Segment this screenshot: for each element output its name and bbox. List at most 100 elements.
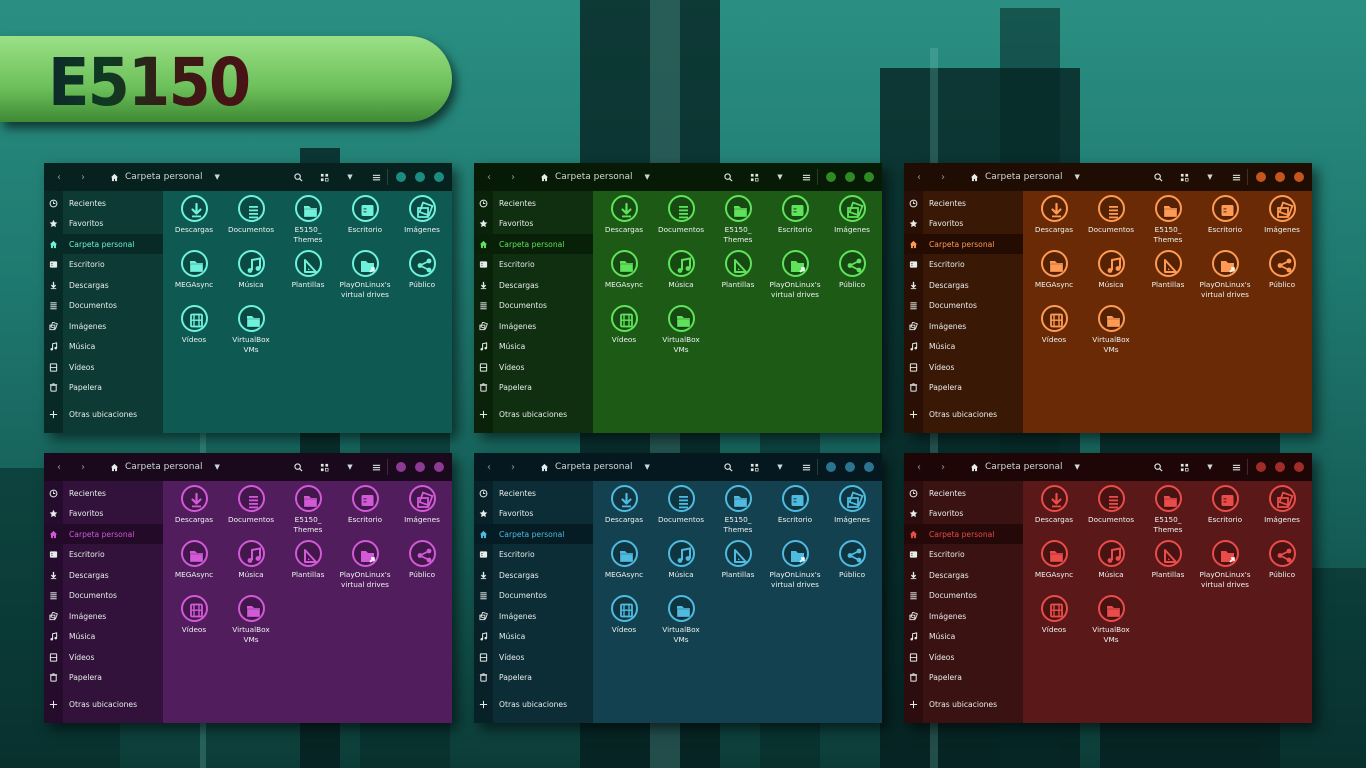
sidebar-item-recientes[interactable]: Recientes xyxy=(474,483,593,503)
sidebar-item-carpeta-personal[interactable]: Carpeta personal xyxy=(474,524,593,544)
sidebar-item-papelera[interactable]: Papelera xyxy=(44,378,163,398)
folder-item[interactable]: Música xyxy=(652,250,710,290)
forward-button[interactable]: › xyxy=(936,172,950,183)
sidebar-item-descargas[interactable]: Descargas xyxy=(44,565,163,585)
sidebar-item-descargas[interactable]: Descargas xyxy=(474,275,593,295)
folder-item[interactable]: MEGAsync xyxy=(595,250,653,290)
search-button[interactable] xyxy=(292,462,304,472)
sidebar-item-imágenes[interactable]: Imágenes xyxy=(904,316,1023,336)
folder-item[interactable]: E5150_ Themes xyxy=(1139,195,1197,245)
sidebar-item-imágenes[interactable]: Imágenes xyxy=(904,606,1023,626)
forward-button[interactable]: › xyxy=(506,462,520,473)
sidebar-item-papelera[interactable]: Papelera xyxy=(904,668,1023,688)
sidebar-item-recientes[interactable]: Recientes xyxy=(904,483,1023,503)
folder-item[interactable]: E5150_ Themes xyxy=(709,195,767,245)
minimize-button[interactable] xyxy=(1256,462,1266,472)
folder-item[interactable]: Escritorio xyxy=(336,195,394,235)
menu-button[interactable] xyxy=(370,173,382,182)
folder-item[interactable]: Plantillas xyxy=(1139,250,1197,290)
sidebar-item-documentos[interactable]: Documentos xyxy=(44,586,163,606)
folder-item[interactable]: Descargas xyxy=(165,485,223,525)
folder-item[interactable]: Plantillas xyxy=(709,250,767,290)
folder-item[interactable]: Vídeos xyxy=(165,595,223,635)
view-mode-button[interactable] xyxy=(1178,463,1190,472)
close-button[interactable] xyxy=(864,172,874,182)
folder-item[interactable]: VirtualBox VMs xyxy=(652,305,710,355)
sidebar-item-vídeos[interactable]: Vídeos xyxy=(44,647,163,667)
back-button[interactable]: ‹ xyxy=(482,172,496,183)
sidebar-item-descargas[interactable]: Descargas xyxy=(904,565,1023,585)
folder-item[interactable]: Imágenes xyxy=(393,485,451,525)
sidebar-item-vídeos[interactable]: Vídeos xyxy=(904,647,1023,667)
sidebar-item-música[interactable]: Música xyxy=(44,627,163,647)
minimize-button[interactable] xyxy=(826,172,836,182)
view-options-button[interactable]: ▼ xyxy=(774,463,786,471)
folder-item[interactable]: Documentos xyxy=(652,485,710,525)
folder-item[interactable]: PlayOnLinux's virtual drives xyxy=(1196,250,1254,300)
view-options-button[interactable]: ▼ xyxy=(1204,463,1216,471)
sidebar-item-other-locations[interactable]: Otras ubicaciones xyxy=(904,694,1023,714)
menu-button[interactable] xyxy=(1230,173,1242,182)
folder-item[interactable]: VirtualBox VMs xyxy=(652,595,710,645)
folder-item[interactable]: Público xyxy=(823,250,881,290)
sidebar-item-papelera[interactable]: Papelera xyxy=(474,668,593,688)
sidebar-item-imágenes[interactable]: Imágenes xyxy=(474,316,593,336)
sidebar-item-música[interactable]: Música xyxy=(44,337,163,357)
sidebar-item-música[interactable]: Música xyxy=(474,627,593,647)
sidebar-item-imágenes[interactable]: Imágenes xyxy=(474,606,593,626)
sidebar-item-documentos[interactable]: Documentos xyxy=(474,296,593,316)
view-mode-button[interactable] xyxy=(318,173,330,182)
folder-item[interactable]: Documentos xyxy=(1082,195,1140,235)
folder-item[interactable]: Plantillas xyxy=(279,250,337,290)
view-options-button[interactable]: ▼ xyxy=(344,173,356,181)
sidebar-item-documentos[interactable]: Documentos xyxy=(474,586,593,606)
forward-button[interactable]: › xyxy=(506,172,520,183)
folder-item[interactable]: Descargas xyxy=(1025,195,1083,235)
search-button[interactable] xyxy=(292,172,304,182)
folder-item[interactable]: Vídeos xyxy=(1025,595,1083,635)
sidebar-item-documentos[interactable]: Documentos xyxy=(904,586,1023,606)
folder-item[interactable]: Documentos xyxy=(652,195,710,235)
back-button[interactable]: ‹ xyxy=(52,172,66,183)
sidebar-item-documentos[interactable]: Documentos xyxy=(44,296,163,316)
sidebar-item-recientes[interactable]: Recientes xyxy=(904,193,1023,213)
sidebar-item-other-locations[interactable]: Otras ubicaciones xyxy=(44,694,163,714)
minimize-button[interactable] xyxy=(826,462,836,472)
sidebar-item-descargas[interactable]: Descargas xyxy=(904,275,1023,295)
folder-item[interactable]: Plantillas xyxy=(279,540,337,580)
folder-item[interactable]: Escritorio xyxy=(1196,485,1254,525)
folder-item[interactable]: PlayOnLinux's virtual drives xyxy=(336,250,394,300)
folder-item[interactable]: Plantillas xyxy=(709,540,767,580)
menu-button[interactable] xyxy=(370,463,382,472)
maximize-button[interactable] xyxy=(1275,462,1285,472)
sidebar-item-música[interactable]: Música xyxy=(474,337,593,357)
folder-item[interactable]: MEGAsync xyxy=(165,250,223,290)
sidebar-item-favoritos[interactable]: Favoritos xyxy=(474,504,593,524)
folder-item[interactable]: Descargas xyxy=(595,485,653,525)
folder-item[interactable]: Descargas xyxy=(165,195,223,235)
sidebar-item-imágenes[interactable]: Imágenes xyxy=(44,316,163,336)
folder-item[interactable]: Descargas xyxy=(1025,485,1083,525)
location-button[interactable]: Carpeta personal ▼ xyxy=(970,172,1080,182)
sidebar-item-escritorio[interactable]: Escritorio xyxy=(474,255,593,275)
folder-item[interactable]: PlayOnLinux's virtual drives xyxy=(766,250,824,300)
sidebar-item-favoritos[interactable]: Favoritos xyxy=(904,504,1023,524)
sidebar-item-recientes[interactable]: Recientes xyxy=(474,193,593,213)
sidebar-item-imágenes[interactable]: Imágenes xyxy=(44,606,163,626)
folder-item[interactable]: Música xyxy=(652,540,710,580)
sidebar-item-papelera[interactable]: Papelera xyxy=(474,378,593,398)
sidebar-item-other-locations[interactable]: Otras ubicaciones xyxy=(904,404,1023,424)
folder-item[interactable]: Escritorio xyxy=(766,195,824,235)
minimize-button[interactable] xyxy=(396,462,406,472)
maximize-button[interactable] xyxy=(1275,172,1285,182)
folder-item[interactable]: Vídeos xyxy=(595,305,653,345)
close-button[interactable] xyxy=(434,172,444,182)
folder-item[interactable]: Escritorio xyxy=(336,485,394,525)
back-button[interactable]: ‹ xyxy=(482,462,496,473)
close-button[interactable] xyxy=(434,462,444,472)
sidebar-item-favoritos[interactable]: Favoritos xyxy=(474,214,593,234)
folder-item[interactable]: Público xyxy=(1253,250,1311,290)
sidebar-item-carpeta-personal[interactable]: Carpeta personal xyxy=(44,524,163,544)
view-mode-button[interactable] xyxy=(748,463,760,472)
folder-item[interactable]: MEGAsync xyxy=(595,540,653,580)
